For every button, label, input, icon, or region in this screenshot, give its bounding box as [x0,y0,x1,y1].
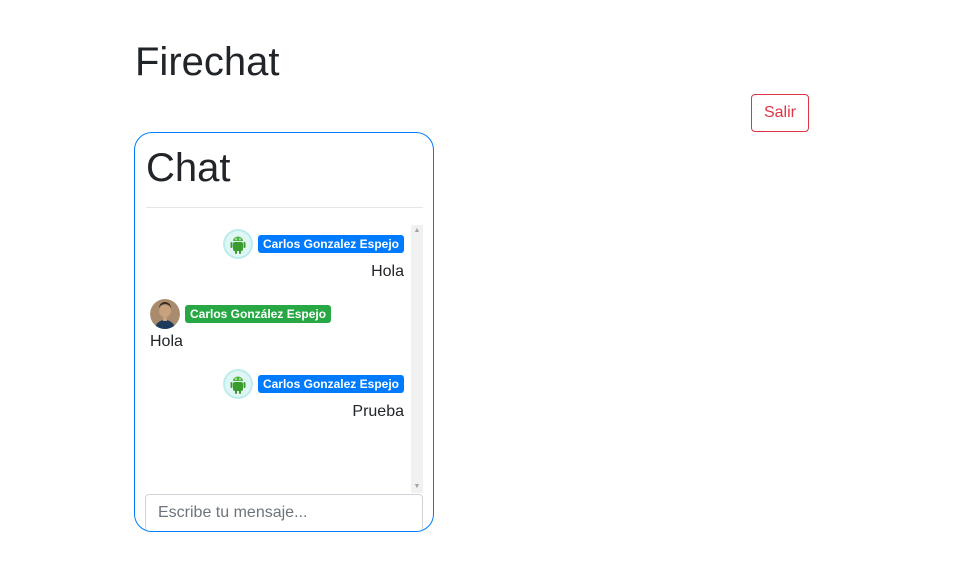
page-title: Firechat [135,40,280,84]
author-badge: Carlos Gonzalez Espejo [257,375,404,393]
user-photo-avatar [150,299,180,329]
scroll-up-icon[interactable]: ▲ [411,225,423,237]
author-badge: Carlos Gonzalez Espejo [257,235,404,253]
message-item: Carlos González Espejo Hola [150,299,408,353]
chat-divider [146,207,423,208]
message-text: Hola [150,333,183,350]
chat-card: Chat Carlos Gonzalez Espejo Hola Carlos … [134,132,434,532]
message-text: Hola [371,263,404,280]
message-list[interactable]: Carlos Gonzalez Espejo Hola Carlos Gonzá… [146,225,423,493]
chat-title: Chat [146,146,231,190]
author-badge: Carlos González Espejo [185,305,332,323]
message-input[interactable] [145,494,423,531]
android-avatar-icon [222,369,253,399]
message-text: Prueba [352,403,404,420]
message-item: Carlos Gonzalez Espejo Hola [146,229,404,283]
logout-button[interactable]: Salir [751,94,809,132]
message-item: Carlos Gonzalez Espejo Prueba [146,369,404,423]
scroll-down-icon[interactable]: ▼ [411,481,423,493]
android-avatar-icon [222,229,253,259]
scrollbar[interactable]: ▲ ▼ [411,225,423,493]
